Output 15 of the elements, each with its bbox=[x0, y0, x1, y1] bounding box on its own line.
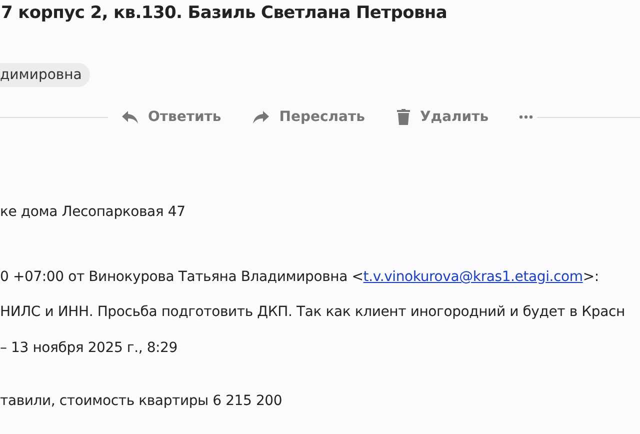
more-icon[interactable] bbox=[518, 115, 533, 119]
forward-button[interactable]: Переслать bbox=[253, 109, 365, 125]
message-line: – 13 ноября 2025 г., 8:29 bbox=[0, 339, 178, 358]
forward-arrow-icon bbox=[253, 110, 270, 124]
message-line: тавили, стоимость квартиры 6 215 200 bbox=[0, 392, 284, 411]
reply-button[interactable]: Ответить bbox=[122, 109, 222, 125]
message-line: НИЛС и ИНН. Просьба подготовить ДКП. Так как клиент иногородний и будет в Красн bbox=[0, 303, 626, 322]
reply-arrow-icon bbox=[122, 110, 138, 124]
quote-header: 0 +07:00 от Винокурова Татьяна Владимировна <t.v.vinokurova@kras1.etagi.com>: bbox=[0, 268, 600, 287]
recipient-chip[interactable]: димировна bbox=[0, 63, 90, 87]
trash-icon bbox=[396, 109, 410, 125]
subject-title: 7 корпус 2, кв.130. Базиль Светлана Петровна bbox=[0, 2, 448, 25]
message-line: ке дома Лесопарковая 47 bbox=[0, 203, 186, 222]
email-link[interactable]: t.v.vinokurova@kras1.etagi.com bbox=[363, 269, 583, 285]
delete-button[interactable]: Удалить bbox=[396, 109, 489, 125]
